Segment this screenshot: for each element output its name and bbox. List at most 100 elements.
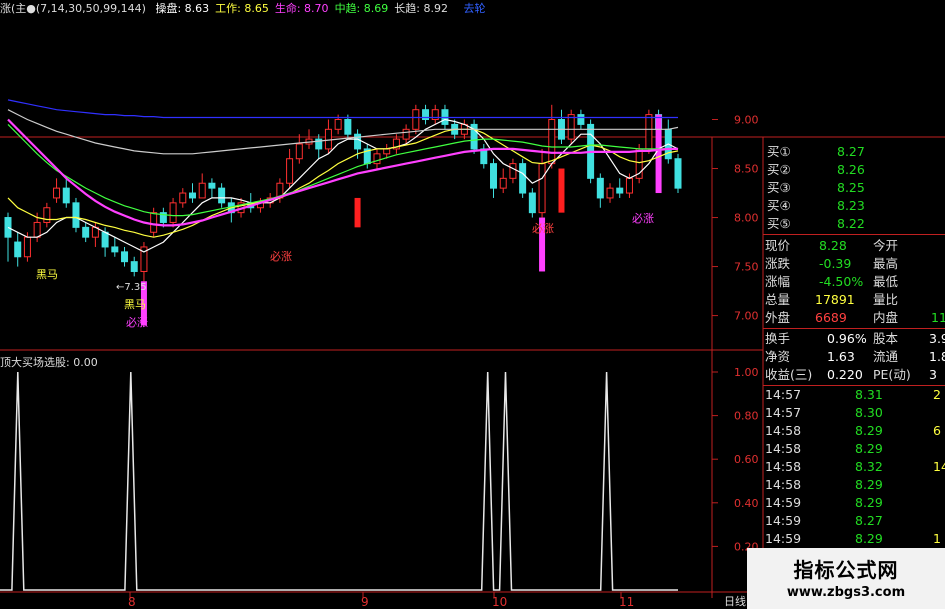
candle-body — [412, 109, 420, 130]
candle-body — [208, 182, 216, 189]
candle-body — [111, 246, 119, 253]
candle-body — [4, 217, 12, 238]
candle-body — [179, 192, 187, 204]
fund-value-2: 3.9 — [929, 331, 945, 346]
candle-body — [82, 226, 90, 238]
tick-price: 8.27 — [855, 513, 883, 528]
candle-body — [499, 177, 507, 189]
bid-price: 8.26 — [837, 162, 865, 177]
candle-body — [402, 128, 410, 140]
stat-label: 涨跌 — [765, 256, 791, 271]
candle-body — [295, 143, 303, 160]
indicator-line — [0, 371, 678, 591]
stock-chart-window: 涨(主●(7,14,30,50,99,144) 操盘: 8.63 工作: 8.65… — [0, 0, 945, 609]
candle-body — [62, 187, 70, 204]
date-tick-label-2: 10 — [492, 595, 507, 609]
tick-time: 14:58 — [765, 441, 802, 456]
stat-label-2: 今开 — [873, 238, 899, 253]
price-tick-label-3: 7.50 — [734, 261, 759, 274]
candle-body — [324, 128, 332, 150]
tick-volume: 1 — [933, 531, 941, 546]
stat-value: -0.39 — [819, 256, 852, 271]
tick-time: 14:59 — [765, 513, 802, 528]
bid-price: 8.27 — [837, 144, 865, 159]
tick-time: 14:58 — [765, 459, 802, 474]
ind-tick-label-0: 1.00 — [734, 366, 759, 379]
candle-body — [616, 187, 624, 194]
candle-body — [43, 207, 51, 223]
price-tick-label-2: 8.00 — [734, 212, 759, 225]
candle-body — [150, 212, 158, 233]
stat-label-2: 量比 — [873, 292, 899, 307]
fund-value: 0.96% — [827, 331, 867, 346]
tick-time: 14:59 — [765, 495, 802, 510]
tick-price: 8.29 — [855, 531, 883, 546]
fund-label-2: 股本 — [873, 331, 899, 346]
tick-price: 8.31 — [855, 387, 883, 402]
candle-body — [373, 153, 381, 165]
tick-price: 8.29 — [855, 423, 883, 438]
stat-value: 17891 — [815, 292, 855, 307]
tick-volume: 2 — [933, 387, 941, 402]
bid-label: 买⑤ — [767, 216, 791, 231]
watermark-url: www.zbgs3.com — [786, 585, 906, 600]
quote-separator-2 — [763, 328, 945, 329]
stat-value: 8.28 — [819, 238, 847, 253]
bid-label: 买④ — [767, 198, 791, 213]
stat-label: 现价 — [765, 238, 791, 253]
price-tick-label-0: 9.00 — [734, 114, 759, 127]
candle-body — [121, 251, 129, 263]
candle-body — [188, 192, 196, 199]
signal-bar-4 — [655, 114, 662, 194]
bizhang-label-2: 必涨 — [270, 250, 292, 263]
candle-body — [53, 187, 61, 199]
candle-body — [548, 119, 556, 165]
watermark: 指标公式网 www.zbgs3.com — [747, 548, 945, 609]
candle-body — [519, 163, 527, 194]
stat-label-2: 最低 — [873, 274, 899, 289]
fund-value-2: 3 — [929, 367, 937, 382]
fund-label-2: PE(动) — [873, 367, 911, 382]
date-tick-label-0: 8 — [128, 595, 136, 609]
candle-body — [344, 119, 352, 135]
candle-body — [33, 221, 41, 238]
candle-body — [577, 114, 585, 125]
ind-tick-label-2: 0.60 — [734, 453, 759, 466]
candle-body — [509, 163, 517, 179]
stat-value-2: 11 — [931, 310, 945, 325]
candle-body — [625, 177, 633, 194]
ind-tick-label-1: 0.80 — [734, 410, 759, 423]
candle-body — [334, 119, 342, 130]
period-label[interactable]: 日线 — [724, 593, 746, 609]
quote-separator-1 — [763, 234, 945, 235]
bizhang-label-4: 必涨 — [632, 212, 654, 225]
candle-body — [383, 148, 391, 155]
fund-label: 换手 — [765, 331, 791, 346]
tick-time: 14:57 — [765, 387, 802, 402]
indicator-label: 顶大买场选股: 0.00 — [0, 356, 98, 369]
low-price-label: ←7.35 — [116, 282, 147, 293]
bizhang-label-1: 必涨 — [126, 316, 148, 329]
candle-body — [198, 182, 206, 199]
tick-volume: 14 — [933, 459, 945, 474]
price-tick-label-1: 8.50 — [734, 163, 759, 176]
stat-label: 外盘 — [765, 310, 791, 325]
stat-label: 涨幅 — [765, 274, 791, 289]
candle-body — [72, 202, 80, 228]
tick-time: 14:58 — [765, 477, 802, 492]
stat-label: 总量 — [765, 292, 791, 307]
fund-value: 1.63 — [827, 349, 855, 364]
bid-label: 买① — [767, 144, 791, 159]
ind-tick-label-3: 0.40 — [734, 497, 759, 510]
candle-body — [286, 158, 294, 184]
candle-body — [23, 236, 31, 258]
candle-body — [528, 192, 536, 214]
fund-value: 0.220 — [827, 367, 863, 382]
stat-value: 6689 — [815, 310, 847, 325]
signal-bar-2 — [558, 168, 565, 213]
stat-label-2: 内盘 — [873, 310, 899, 325]
date-tick-label-3: 11 — [619, 595, 634, 609]
stat-value: -4.50% — [819, 274, 864, 289]
candle-body — [14, 241, 22, 258]
signal-bar-1 — [354, 197, 361, 228]
